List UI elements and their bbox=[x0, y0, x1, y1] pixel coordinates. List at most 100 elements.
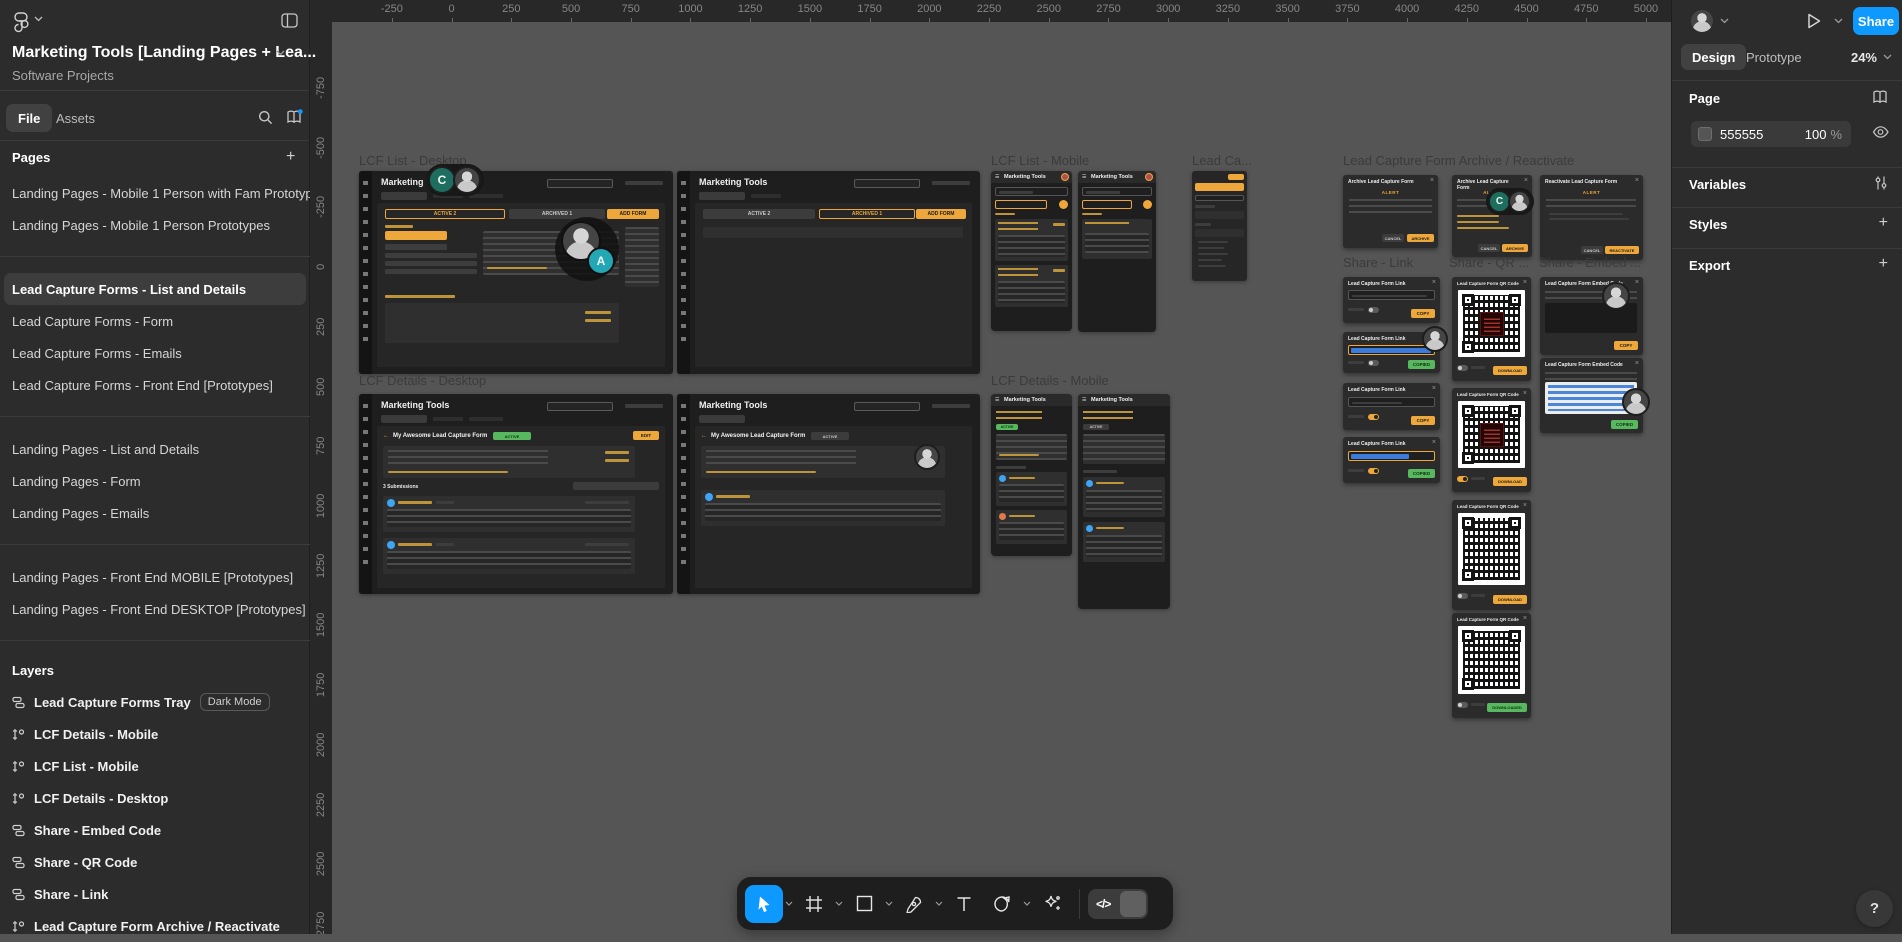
frame-label-lcf-list-mobile[interactable]: LCF List - Mobile bbox=[991, 153, 1089, 168]
chevron-down-icon[interactable] bbox=[1834, 18, 1843, 24]
page-item[interactable]: Lead Capture Forms - Form bbox=[0, 305, 310, 337]
styles-section-header[interactable]: Styles bbox=[1689, 217, 1727, 232]
modal-share-link-3[interactable]: Lead Capture Form Link × COPY bbox=[1343, 383, 1440, 430]
tab-prototype[interactable]: Prototype bbox=[1746, 44, 1802, 70]
add-style-icon[interactable]: + bbox=[1879, 214, 1888, 232]
page-item[interactable]: Lead Capture Forms - Emails bbox=[0, 337, 310, 369]
close-icon[interactable]: × bbox=[1523, 279, 1527, 286]
close-icon[interactable]: × bbox=[1635, 177, 1639, 184]
dev-mode-knob[interactable] bbox=[1120, 891, 1146, 917]
frame-lcf-details-desktop-2[interactable]: Marketing Tools ← My Awesome Lead Captur… bbox=[677, 394, 980, 594]
add-export-icon[interactable]: + bbox=[1879, 255, 1888, 273]
page-item[interactable]: Landing Pages - Front End MOBILE [Protot… bbox=[0, 561, 310, 593]
close-icon[interactable]: × bbox=[1635, 279, 1639, 286]
frame-tool-chevron[interactable] bbox=[833, 885, 845, 923]
close-icon[interactable]: × bbox=[1432, 279, 1436, 286]
page-library-icon[interactable] bbox=[1872, 89, 1889, 105]
text-tool[interactable] bbox=[945, 885, 983, 923]
comment-tool-chevron[interactable] bbox=[1021, 885, 1033, 923]
actions-sparkle-tool[interactable] bbox=[1033, 885, 1071, 923]
move-tool-chevron[interactable] bbox=[783, 885, 795, 923]
current-user-avatar[interactable] bbox=[1689, 8, 1715, 34]
close-icon[interactable]: × bbox=[1524, 177, 1528, 184]
frame-lcf-details-mobile-1[interactable]: ☰ Marketing Tools ACTIVE bbox=[991, 394, 1072, 556]
tab-assets[interactable]: Assets bbox=[44, 104, 107, 132]
page-item[interactable]: Lead Capture Forms - Front End [Prototyp… bbox=[0, 369, 310, 401]
shape-tool[interactable] bbox=[845, 885, 883, 923]
frame-label-share-link[interactable]: Share - Link bbox=[1343, 255, 1413, 270]
add-page-icon[interactable]: + bbox=[286, 148, 295, 166]
frame-lead-capture-tray[interactable] bbox=[1192, 171, 1247, 281]
pen-tool-chevron[interactable] bbox=[933, 885, 945, 923]
modal-share-qr-3[interactable]: Lead Capture Form QR Code × DOWNLOAD bbox=[1452, 500, 1531, 610]
page-color-hex[interactable]: 555555 bbox=[1720, 127, 1763, 142]
page-item[interactable]: Landing Pages - Mobile 1 Person with Fam… bbox=[0, 177, 310, 209]
comment-tool[interactable] bbox=[983, 885, 1021, 923]
export-section-header[interactable]: Export bbox=[1689, 258, 1730, 273]
modal-share-qr-1[interactable]: Lead Capture Form QR Code × DOWNLOAD bbox=[1452, 277, 1531, 381]
layers-header[interactable]: Layers bbox=[0, 657, 310, 686]
chevron-down-icon[interactable] bbox=[276, 50, 285, 56]
search-icon[interactable] bbox=[258, 110, 273, 125]
figma-logo-icon[interactable] bbox=[14, 12, 29, 34]
collapse-sidebar-icon[interactable] bbox=[281, 13, 298, 28]
zoom-control[interactable]: 24% bbox=[1851, 44, 1892, 70]
layer-item[interactable]: Share - Embed Code bbox=[0, 814, 310, 846]
modal-share-qr-4[interactable]: Lead Capture Form QR Code × DOWNLOADED bbox=[1452, 613, 1531, 718]
page-item-selected[interactable]: Lead Capture Forms - List and Details bbox=[4, 273, 306, 305]
eye-visibility-icon[interactable] bbox=[1872, 125, 1889, 139]
close-icon[interactable]: × bbox=[1523, 390, 1527, 397]
modal-reactivate[interactable]: Reactivate Lead Capture Form × ALERT CAN… bbox=[1540, 175, 1643, 260]
layer-item[interactable]: LCF Details - Desktop bbox=[0, 782, 310, 814]
page-item[interactable]: Landing Pages - List and Details bbox=[0, 433, 310, 465]
library-book-icon[interactable] bbox=[286, 109, 303, 125]
modal-share-link-1[interactable]: Lead Capture Form Link × COPY bbox=[1343, 277, 1440, 323]
close-icon[interactable]: × bbox=[1635, 360, 1639, 367]
layer-item[interactable]: Share - QR Code bbox=[0, 846, 310, 878]
project-name[interactable]: Software Projects bbox=[12, 68, 114, 83]
help-button[interactable]: ? bbox=[1856, 890, 1893, 927]
layer-item[interactable]: LCF Details - Mobile bbox=[0, 718, 310, 750]
frame-tool[interactable] bbox=[795, 885, 833, 923]
frame-lcf-list-mobile-1[interactable]: ☰ Marketing Tools bbox=[991, 171, 1072, 331]
chevron-down-icon[interactable] bbox=[1720, 18, 1729, 24]
close-icon[interactable]: × bbox=[1432, 385, 1436, 392]
close-icon[interactable]: × bbox=[1430, 177, 1434, 184]
frame-label-lcf-details-mobile[interactable]: LCF Details - Mobile bbox=[991, 373, 1109, 388]
variables-adjust-icon[interactable] bbox=[1873, 175, 1889, 191]
dev-mode-toggle[interactable]: </> bbox=[1088, 889, 1148, 919]
frame-label-lcf-details-desktop[interactable]: LCF Details - Desktop bbox=[359, 373, 486, 388]
shape-tool-chevron[interactable] bbox=[883, 885, 895, 923]
pen-tool[interactable] bbox=[895, 885, 933, 923]
chevron-down-icon[interactable] bbox=[34, 16, 43, 22]
close-icon[interactable]: × bbox=[1523, 615, 1527, 622]
frame-label-share-qr[interactable]: Share - QR ... bbox=[1449, 255, 1529, 270]
file-title[interactable]: Marketing Tools [Landing Pages + Lea... bbox=[12, 44, 316, 62]
share-button[interactable]: Share bbox=[1853, 7, 1899, 35]
frame-label-share-embed[interactable]: Share - Embed ... bbox=[1539, 255, 1641, 270]
page-opacity-value[interactable]: 100 bbox=[1805, 127, 1831, 142]
pages-header[interactable]: Pages bbox=[12, 150, 50, 165]
modal-share-link-4[interactable]: Lead Capture Form Link × COPIED bbox=[1343, 437, 1440, 483]
frame-label-tray[interactable]: Lead Ca... bbox=[1192, 153, 1252, 168]
variables-section-header[interactable]: Variables bbox=[1689, 177, 1746, 192]
page-item[interactable]: Landing Pages - Form bbox=[0, 465, 310, 497]
layer-item[interactable]: Lead Capture Form Archive / Reactivate bbox=[0, 910, 310, 942]
present-play-icon[interactable] bbox=[1806, 12, 1822, 30]
frame-lcf-details-mobile-2[interactable]: ☰ Marketing Tools ACTIVE bbox=[1078, 394, 1170, 609]
frame-label-archive[interactable]: Lead Capture Form Archive / Reactivate bbox=[1343, 153, 1574, 168]
close-icon[interactable]: × bbox=[1432, 439, 1436, 446]
layer-item[interactable]: Lead Capture Forms Tray Dark Mode bbox=[0, 686, 310, 718]
page-item[interactable]: Landing Pages - Front End DESKTOP [Proto… bbox=[0, 593, 310, 625]
modal-share-qr-2[interactable]: Lead Capture Form QR Code × DOWNLOAD bbox=[1452, 388, 1531, 492]
canvas[interactable]: LCF List - Desktop LCF List - Mobile Lea… bbox=[310, 0, 1671, 934]
move-tool[interactable] bbox=[745, 885, 783, 923]
frame-lcf-list-desktop-2[interactable]: Marketing Tools ACTIVE 2 ARCHIVED 1 ADD … bbox=[677, 171, 980, 374]
layer-item[interactable]: LCF List - Mobile bbox=[0, 750, 310, 782]
layer-item[interactable]: Share - Link bbox=[0, 878, 310, 910]
modal-archive-1[interactable]: Archive Lead Capture Form × ALERT CANCEL… bbox=[1343, 175, 1438, 248]
page-item[interactable]: Landing Pages - Mobile 1 Person Prototyp… bbox=[0, 209, 310, 241]
color-swatch[interactable] bbox=[1698, 127, 1712, 141]
page-color-row[interactable]: 555555 100 % bbox=[1691, 121, 1851, 147]
frame-lcf-list-mobile-2[interactable]: ☰ Marketing Tools bbox=[1078, 171, 1156, 332]
